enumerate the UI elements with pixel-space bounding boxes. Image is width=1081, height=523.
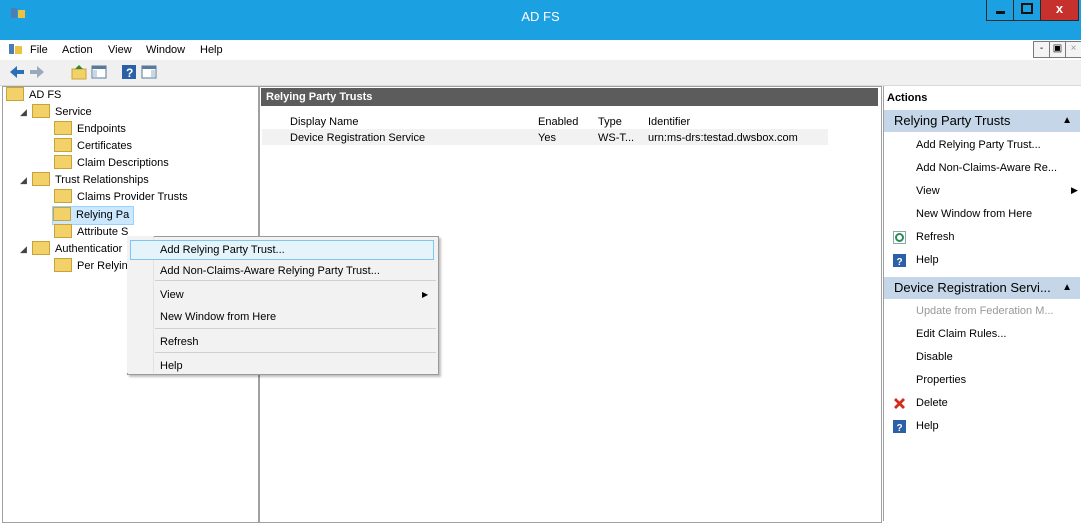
- tree-node-certificates[interactable]: Certificates: [54, 138, 132, 155]
- cell-type: WS-T...: [598, 132, 635, 144]
- forward-arrow-icon[interactable]: [28, 63, 46, 81]
- action-add-relying-party-trust[interactable]: Add Relying Party Trust...: [916, 139, 1041, 151]
- column-header-display-name[interactable]: Display Name: [290, 116, 358, 128]
- action-help-item[interactable]: Help: [916, 420, 939, 432]
- action-view[interactable]: View: [916, 185, 940, 197]
- context-separator: [155, 280, 436, 281]
- mdi-controls: - ▣ ×: [1033, 41, 1081, 59]
- tree-node-claim-descriptions[interactable]: Claim Descriptions: [54, 155, 169, 172]
- action-update-from-federation[interactable]: Update from Federation M...: [916, 305, 1054, 317]
- folder-icon: [32, 241, 50, 256]
- folder-icon: [54, 155, 72, 170]
- menu-view[interactable]: View: [108, 44, 132, 56]
- action-section-device-registration[interactable]: Device Registration Servi... ▲: [884, 277, 1080, 299]
- action-section-label: Device Registration Servi...: [894, 280, 1051, 295]
- context-view[interactable]: View: [160, 289, 184, 301]
- results-pane-header: Relying Party Trusts: [261, 88, 878, 106]
- action-refresh[interactable]: Refresh: [916, 231, 955, 243]
- folder-icon: [32, 104, 50, 119]
- context-separator: [155, 328, 436, 329]
- up-folder-icon[interactable]: [70, 63, 88, 81]
- help-icon[interactable]: ?: [893, 420, 906, 434]
- action-help[interactable]: Help: [916, 254, 939, 266]
- folder-icon: [32, 172, 50, 187]
- collapse-arrow-icon[interactable]: ▲: [1062, 110, 1072, 132]
- folder-icon: [53, 207, 71, 222]
- context-add-relying-party-trust[interactable]: Add Relying Party Trust...: [160, 244, 285, 256]
- tree-node-relying-party-trusts[interactable]: Relying Pa: [52, 206, 135, 225]
- folder-icon: [54, 224, 72, 239]
- context-help[interactable]: Help: [160, 360, 183, 372]
- menu-help[interactable]: Help: [200, 44, 223, 56]
- svg-text:?: ?: [126, 66, 133, 80]
- action-section-label: Relying Party Trusts: [894, 113, 1011, 128]
- cell-identifier: urn:ms-drs:testad.dwsbox.com: [648, 132, 798, 144]
- help-icon[interactable]: ?: [893, 254, 906, 268]
- folder-icon: [54, 189, 72, 204]
- menu-file[interactable]: File: [30, 44, 48, 56]
- folder-icon: [54, 121, 72, 136]
- mdi-close-button[interactable]: ×: [1065, 41, 1081, 58]
- minimize-button[interactable]: [986, 0, 1015, 21]
- folder-icon: [54, 258, 72, 273]
- window-title: AD FS: [521, 9, 560, 24]
- mmc-menu-icon[interactable]: [9, 43, 23, 56]
- context-add-non-claims-aware[interactable]: Add Non-Claims-Aware Relying Party Trust…: [160, 265, 380, 277]
- tree-node-trust-relationships[interactable]: ◢ Trust Relationships: [20, 172, 149, 189]
- menu-window[interactable]: Window: [146, 44, 185, 56]
- folder-icon: [54, 138, 72, 153]
- menu-action[interactable]: Action: [62, 44, 93, 56]
- collapse-arrow-icon[interactable]: ◢: [20, 172, 30, 189]
- mdi-minimize-button[interactable]: -: [1033, 41, 1050, 58]
- help-icon[interactable]: ?: [120, 63, 138, 81]
- context-new-window[interactable]: New Window from Here: [160, 311, 276, 323]
- tree-node-adfs[interactable]: AD FS: [6, 87, 61, 104]
- collapse-arrow-icon[interactable]: ◢: [20, 104, 30, 121]
- mdi-restore-button[interactable]: ▣: [1049, 41, 1066, 58]
- actions-pane: [883, 86, 1081, 521]
- cell-display-name: Device Registration Service: [290, 132, 426, 144]
- collapse-arrow-icon[interactable]: ◢: [20, 241, 30, 258]
- svg-text:?: ?: [897, 423, 903, 433]
- collapse-arrow-icon[interactable]: ▲: [1062, 277, 1072, 299]
- submenu-arrow-icon: ▶: [1071, 185, 1078, 195]
- cell-enabled: Yes: [538, 132, 556, 144]
- context-refresh[interactable]: Refresh: [160, 336, 199, 348]
- tree-node-attribute-stores[interactable]: Attribute S: [54, 224, 128, 241]
- tree-node-per-relying-party[interactable]: Per Relying: [54, 258, 134, 275]
- tree-node-service[interactable]: ◢ Service: [20, 104, 92, 121]
- action-properties[interactable]: Properties: [916, 374, 966, 386]
- context-separator: [155, 352, 436, 353]
- svg-text:?: ?: [897, 257, 903, 267]
- delete-icon[interactable]: [893, 397, 906, 410]
- action-delete[interactable]: Delete: [916, 397, 948, 409]
- back-arrow-icon[interactable]: [8, 63, 26, 81]
- submenu-arrow-icon: ▶: [422, 290, 429, 299]
- column-header-enabled[interactable]: Enabled: [538, 116, 578, 128]
- show-hide-action-pane-icon[interactable]: [140, 63, 158, 81]
- column-header-identifier[interactable]: Identifier: [648, 116, 690, 128]
- show-hide-console-tree-icon[interactable]: [90, 63, 108, 81]
- tree-node-claims-provider-trusts[interactable]: Claims Provider Trusts: [54, 189, 188, 206]
- action-add-non-claims-aware[interactable]: Add Non-Claims-Aware Re...: [916, 162, 1057, 174]
- action-section-relying-party-trusts[interactable]: Relying Party Trusts ▲: [884, 110, 1080, 132]
- refresh-icon[interactable]: [893, 231, 906, 244]
- toolbar: [0, 60, 1081, 86]
- close-button[interactable]: x: [1040, 0, 1079, 21]
- maximize-button[interactable]: [1013, 0, 1041, 21]
- tree-node-endpoints[interactable]: Endpoints: [54, 121, 126, 138]
- column-header-type[interactable]: Type: [598, 116, 622, 128]
- actions-pane-title: Actions: [887, 92, 928, 104]
- action-new-window[interactable]: New Window from Here: [916, 208, 1032, 220]
- tree-node-authentication[interactable]: ◢ Authenticatior: [20, 241, 122, 258]
- action-edit-claim-rules[interactable]: Edit Claim Rules...: [916, 328, 1006, 340]
- folder-icon: [6, 87, 24, 102]
- action-disable[interactable]: Disable: [916, 351, 953, 363]
